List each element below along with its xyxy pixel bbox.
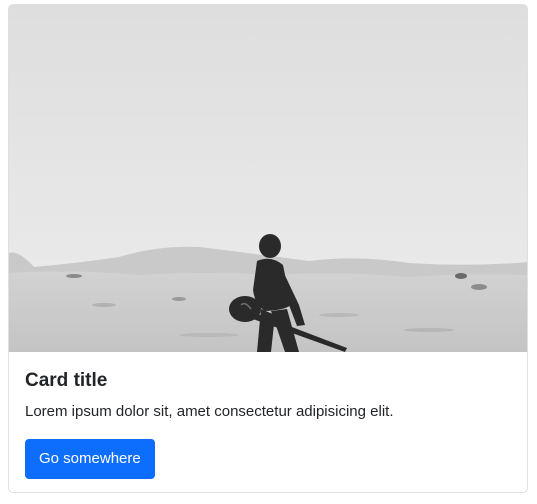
card: Card title Lorem ipsum dolor sit, amet c… (8, 4, 528, 493)
card-title: Card title (25, 370, 108, 391)
card-image (9, 5, 527, 352)
card-text: Lorem ipsum dolor sit, amet consectetur … (25, 403, 394, 420)
card-body: Card title Lorem ipsum dolor sit, amet c… (9, 352, 527, 492)
go-somewhere-button[interactable]: Go somewhere (25, 439, 155, 479)
